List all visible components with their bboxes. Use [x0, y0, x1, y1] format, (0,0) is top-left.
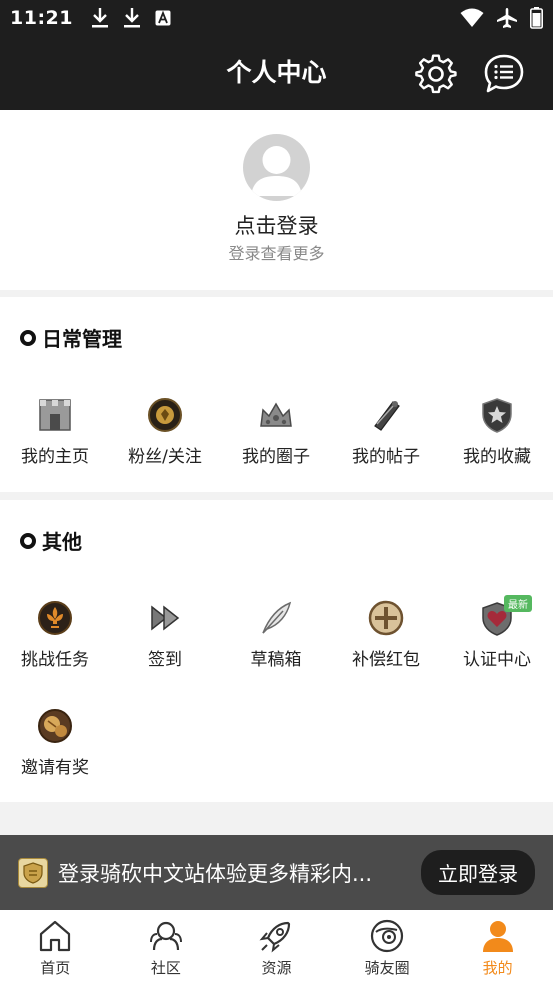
menu-item-label: 我的收藏	[463, 447, 531, 467]
person-icon	[482, 921, 513, 952]
other-section: 其他 挑战任务 签到 草稿箱 补偿红包 最新 认证中心 邀请有奖	[0, 500, 553, 802]
section-title: 日常管理	[42, 327, 122, 351]
menu-item-circles[interactable]: 我的圈子	[221, 396, 331, 467]
menu-item-checkin[interactable]: 签到	[110, 599, 220, 670]
bullet-icon	[20, 329, 36, 346]
menu-item-verification[interactable]: 最新 认证中心	[442, 595, 552, 670]
fleur-icon	[38, 601, 72, 635]
tab-rider-circle[interactable]: 骑友圈	[332, 910, 443, 983]
menu-item-label: 我的主页	[21, 447, 89, 467]
banner-text: 登录骑砍中文站体验更多精彩内...	[58, 861, 373, 886]
crown-icon	[260, 402, 292, 427]
medal-icon	[148, 398, 182, 432]
status-bar: 11:21	[0, 0, 553, 36]
avatar[interactable]	[243, 134, 310, 201]
login-banner: 登录骑砍中文站体验更多精彩内... 立即登录	[0, 835, 553, 910]
menu-item-label: 我的圈子	[242, 447, 310, 467]
bottom-tab-bar: 首页 社区 资源 骑友圈 我的	[0, 910, 553, 983]
scroll-icon	[374, 401, 400, 431]
menu-item-homepage[interactable]: 我的主页	[0, 396, 110, 467]
download-icon	[123, 8, 140, 28]
menu-item-label: 我的帖子	[352, 447, 420, 467]
section-heading: 其他	[20, 526, 82, 555]
tab-resources[interactable]: 资源	[221, 910, 332, 983]
star-shield-icon	[482, 398, 512, 433]
login-now-button[interactable]: 立即登录	[421, 850, 535, 895]
title-bar: 个人中心	[0, 36, 553, 110]
tab-label: 骑友圈	[364, 959, 410, 977]
menu-item-followers[interactable]: 粉丝/关注	[110, 396, 220, 467]
tab-label: 社区	[150, 959, 181, 977]
tab-community[interactable]: 社区	[111, 910, 222, 983]
airplane-icon	[497, 8, 517, 28]
menu-item-favorites[interactable]: 我的收藏	[442, 396, 552, 467]
menu-item-label: 签到	[148, 650, 182, 670]
new-badge: 最新	[504, 595, 532, 612]
section-heading: 日常管理	[20, 323, 122, 352]
bullet-icon	[20, 532, 36, 549]
download-icon	[91, 8, 108, 28]
community-icon	[149, 921, 182, 951]
menu-item-challenges[interactable]: 挑战任务	[0, 599, 110, 670]
menu-item-invite[interactable]: 邀请有奖	[0, 707, 110, 778]
feather-icon	[262, 601, 292, 634]
menu-item-label: 补偿红包	[352, 650, 420, 670]
menu-item-label: 挑战任务	[21, 650, 89, 670]
planet-icon	[370, 919, 404, 953]
site-logo-icon	[18, 857, 48, 888]
profile-card[interactable]: 点击登录 登录查看更多	[0, 110, 553, 290]
login-hint: 登录查看更多	[228, 244, 325, 263]
a-icon	[155, 10, 171, 26]
person-silhouette-icon	[251, 146, 302, 196]
page-title: 个人中心	[226, 58, 327, 87]
battery-icon	[530, 7, 543, 29]
tab-mine[interactable]: 我的	[442, 910, 553, 983]
gear-icon[interactable]	[415, 53, 457, 95]
tab-label: 我的	[482, 959, 513, 977]
tab-home[interactable]: 首页	[0, 910, 111, 983]
section-title: 其他	[42, 530, 82, 554]
home-icon	[40, 920, 71, 952]
menu-item-compensation[interactable]: 补偿红包	[331, 599, 441, 670]
tab-label: 资源	[261, 959, 292, 977]
menu-item-drafts[interactable]: 草稿箱	[221, 599, 331, 670]
menu-item-label: 草稿箱	[250, 650, 302, 670]
status-time: 11:21	[10, 7, 73, 29]
tab-label: 首页	[40, 959, 71, 977]
plus-circle-icon	[368, 600, 404, 636]
daily-section: 日常管理 我的主页 粉丝/关注 我的圈子 我的帖子 我的收藏	[0, 297, 553, 492]
menu-item-label: 邀请有奖	[21, 758, 89, 778]
bell-icon	[38, 709, 72, 743]
login-link[interactable]: 点击登录	[0, 210, 553, 240]
shield-logo-icon	[23, 861, 43, 884]
menu-item-posts[interactable]: 我的帖子	[331, 396, 441, 467]
menu-item-label: 粉丝/关注	[128, 447, 202, 467]
menu-item-label: 认证中心	[463, 650, 531, 670]
fast-forward-icon	[151, 605, 180, 631]
rocket-icon	[259, 921, 291, 953]
message-icon[interactable]	[483, 53, 525, 95]
castle-icon	[39, 399, 71, 431]
wifi-icon	[460, 8, 484, 27]
